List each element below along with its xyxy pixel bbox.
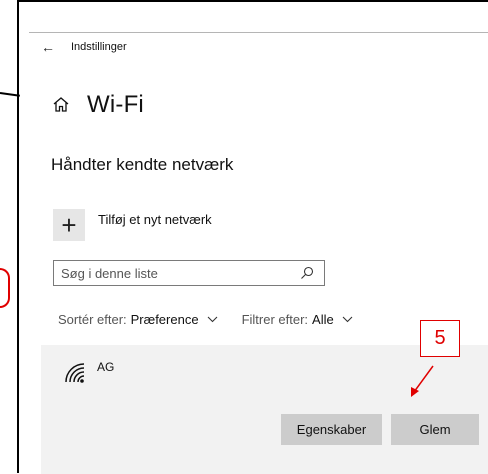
network-list-item[interactable]: AG Egenskaber Glem (41, 345, 488, 474)
add-network-label: Tilføj et nyt netværk (98, 212, 212, 227)
add-network-button[interactable]: + Tilføj et nyt netværk (53, 209, 212, 241)
properties-button[interactable]: Egenskaber (281, 414, 382, 445)
page-title: Wi-Fi (87, 91, 144, 118)
filter-value: Alle (312, 312, 334, 327)
chevron-down-icon (207, 316, 217, 323)
forget-button[interactable]: Glem (391, 414, 479, 445)
back-arrow-icon: ← (41, 39, 55, 55)
filter-label: Filtrer efter: (241, 312, 309, 327)
section-title: Håndter kendte netværk (51, 155, 234, 174)
filter-dropdown[interactable]: Filtrer efter: Alle (242, 312, 353, 327)
search-input[interactable] (54, 264, 300, 282)
chevron-down-icon (342, 316, 353, 323)
plus-icon: + (53, 209, 85, 241)
title-bar: ← Indstillinger (29, 33, 488, 61)
app-title: Indstillinger (71, 41, 127, 53)
settings-window: ← Indstillinger Wi-Fi Håndter kendte net… (29, 32, 488, 474)
network-name: AG (97, 360, 115, 374)
sort-label: Sortér efter: (58, 312, 127, 327)
home-icon (53, 97, 69, 112)
step-number-callout: 5 (420, 320, 460, 357)
back-button[interactable]: ← (33, 33, 63, 61)
page-header: Wi-Fi (51, 91, 144, 119)
search-box (53, 260, 325, 286)
search-icon[interactable] (300, 266, 314, 280)
annotation-red-mark (0, 268, 10, 308)
sort-value: Præference (130, 312, 199, 327)
filter-bar: Sortér efter: Præference Filtrer efter: … (58, 312, 353, 327)
sort-dropdown[interactable]: Sortér efter: Præference (58, 312, 218, 327)
wifi-signal-icon (65, 363, 85, 383)
